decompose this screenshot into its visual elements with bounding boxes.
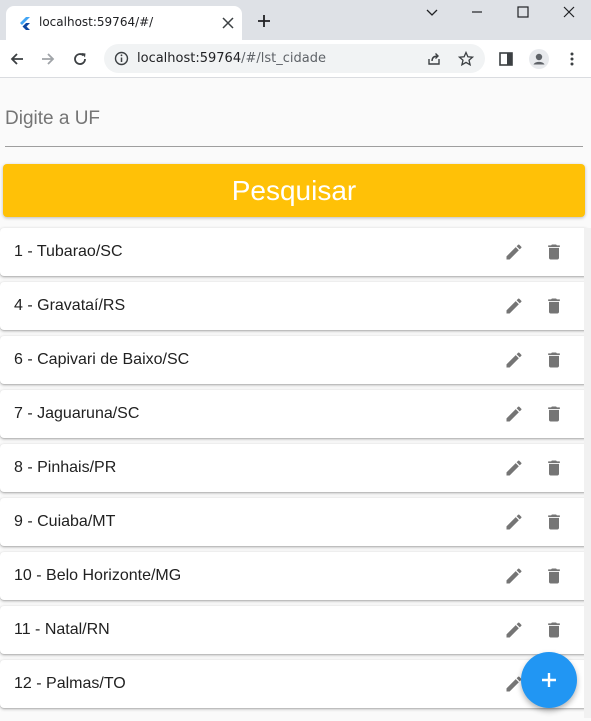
address-bar[interactable]: localhost:59764/#/lst_cidade <box>104 44 485 73</box>
browser-toolbar: localhost:59764/#/lst_cidade <box>0 40 591 78</box>
delete-button[interactable] <box>542 564 566 588</box>
browser-tabstrip: localhost:59764/#/ <box>0 0 591 40</box>
pencil-icon <box>506 568 522 584</box>
city-label: 10 - Belo Horizonte/MG <box>14 567 182 584</box>
edit-button[interactable] <box>502 348 526 372</box>
new-tab-icon[interactable] <box>257 14 271 28</box>
city-label: 7 - Jaguaruna/SC <box>14 405 140 422</box>
city-card: 6 - Capivari de Baixo/SC <box>0 336 588 384</box>
trash-icon <box>548 406 560 422</box>
trash-icon <box>548 298 560 314</box>
maximize-icon[interactable] <box>516 5 530 19</box>
kebab-menu-icon[interactable] <box>564 51 580 67</box>
city-card: 7 - Jaguaruna/SC <box>0 390 588 438</box>
add-city-button[interactable] <box>521 652 577 708</box>
share-icon[interactable] <box>426 51 442 67</box>
app-body: Pesquisar 1 - Tubarao/SC 4 - Gravataí/RS 6… <box>0 78 591 721</box>
pencil-icon <box>506 406 522 422</box>
city-card: 11 - Natal/RN <box>0 606 588 654</box>
pencil-icon <box>506 298 522 314</box>
plus-icon <box>542 673 556 687</box>
edit-button[interactable] <box>502 564 526 588</box>
city-card: 12 - Palmas/TO <box>0 660 588 708</box>
url-path: /#/lst_cidade <box>241 51 326 66</box>
city-card: 10 - Belo Horizonte/MG <box>0 552 588 600</box>
uf-input[interactable] <box>5 104 583 134</box>
city-card: 8 - Pinhais/PR <box>0 444 588 492</box>
trash-icon <box>548 352 560 368</box>
edit-button[interactable] <box>502 294 526 318</box>
pencil-icon <box>506 352 522 368</box>
city-label: 6 - Capivari de Baixo/SC <box>14 351 190 368</box>
city-list: 1 - Tubarao/SC 4 - Gravataí/RS 6 - Capivar… <box>0 228 591 714</box>
edit-button[interactable] <box>502 510 526 534</box>
pencil-icon <box>506 460 522 476</box>
close-tab-icon[interactable] <box>222 17 234 29</box>
uf-field <box>5 100 583 147</box>
trash-icon <box>548 622 560 638</box>
browser-tab[interactable]: localhost:59764/#/ <box>6 6 242 40</box>
forward-icon[interactable] <box>40 51 56 67</box>
city-label: 1 - Tubarao/SC <box>14 243 123 260</box>
city-card: 4 - Gravataí/RS <box>0 282 588 330</box>
bookmark-star-icon[interactable] <box>458 51 474 67</box>
city-label: 12 - Palmas/TO <box>14 675 126 692</box>
city-label: 11 - Natal/RN <box>14 621 110 638</box>
url-text[interactable]: localhost:59764/#/lst_cidade <box>137 51 326 66</box>
scrollbar[interactable] <box>584 228 591 718</box>
tab-title: localhost:59764/#/ <box>39 15 154 29</box>
pencil-icon <box>506 244 522 260</box>
edit-button[interactable] <box>502 402 526 426</box>
search-button[interactable]: Pesquisar <box>3 164 585 217</box>
city-label: 9 - Cuiaba/MT <box>14 513 116 530</box>
url-host: localhost:59764 <box>137 51 242 66</box>
city-card: 9 - Cuiaba/MT <box>0 498 588 546</box>
city-label: 4 - Gravataí/RS <box>14 297 126 314</box>
delete-button[interactable] <box>542 294 566 318</box>
trash-icon <box>548 460 560 476</box>
trash-icon <box>548 514 560 530</box>
edit-button[interactable] <box>502 456 526 480</box>
delete-button[interactable] <box>542 402 566 426</box>
delete-button[interactable] <box>542 348 566 372</box>
city-label: 8 - Pinhais/PR <box>14 459 117 476</box>
pencil-icon <box>506 622 522 638</box>
delete-button[interactable] <box>542 240 566 264</box>
flutter-logo-icon <box>20 17 30 30</box>
trash-icon <box>548 568 560 584</box>
trash-icon <box>548 244 560 260</box>
back-icon[interactable] <box>9 51 25 67</box>
edit-button[interactable] <box>502 618 526 642</box>
delete-button[interactable] <box>542 510 566 534</box>
delete-button[interactable] <box>542 456 566 480</box>
edit-button[interactable] <box>502 240 526 264</box>
chevron-down-icon[interactable] <box>425 5 439 19</box>
minimize-icon[interactable] <box>470 5 484 19</box>
pencil-icon <box>506 514 522 530</box>
info-icon[interactable] <box>114 51 129 66</box>
close-window-icon[interactable] <box>562 5 576 19</box>
city-card: 1 - Tubarao/SC <box>0 228 588 276</box>
delete-button[interactable] <box>542 618 566 642</box>
profile-avatar-icon[interactable] <box>529 49 549 69</box>
reload-icon[interactable] <box>72 51 88 67</box>
side-panel-icon[interactable] <box>498 51 514 67</box>
